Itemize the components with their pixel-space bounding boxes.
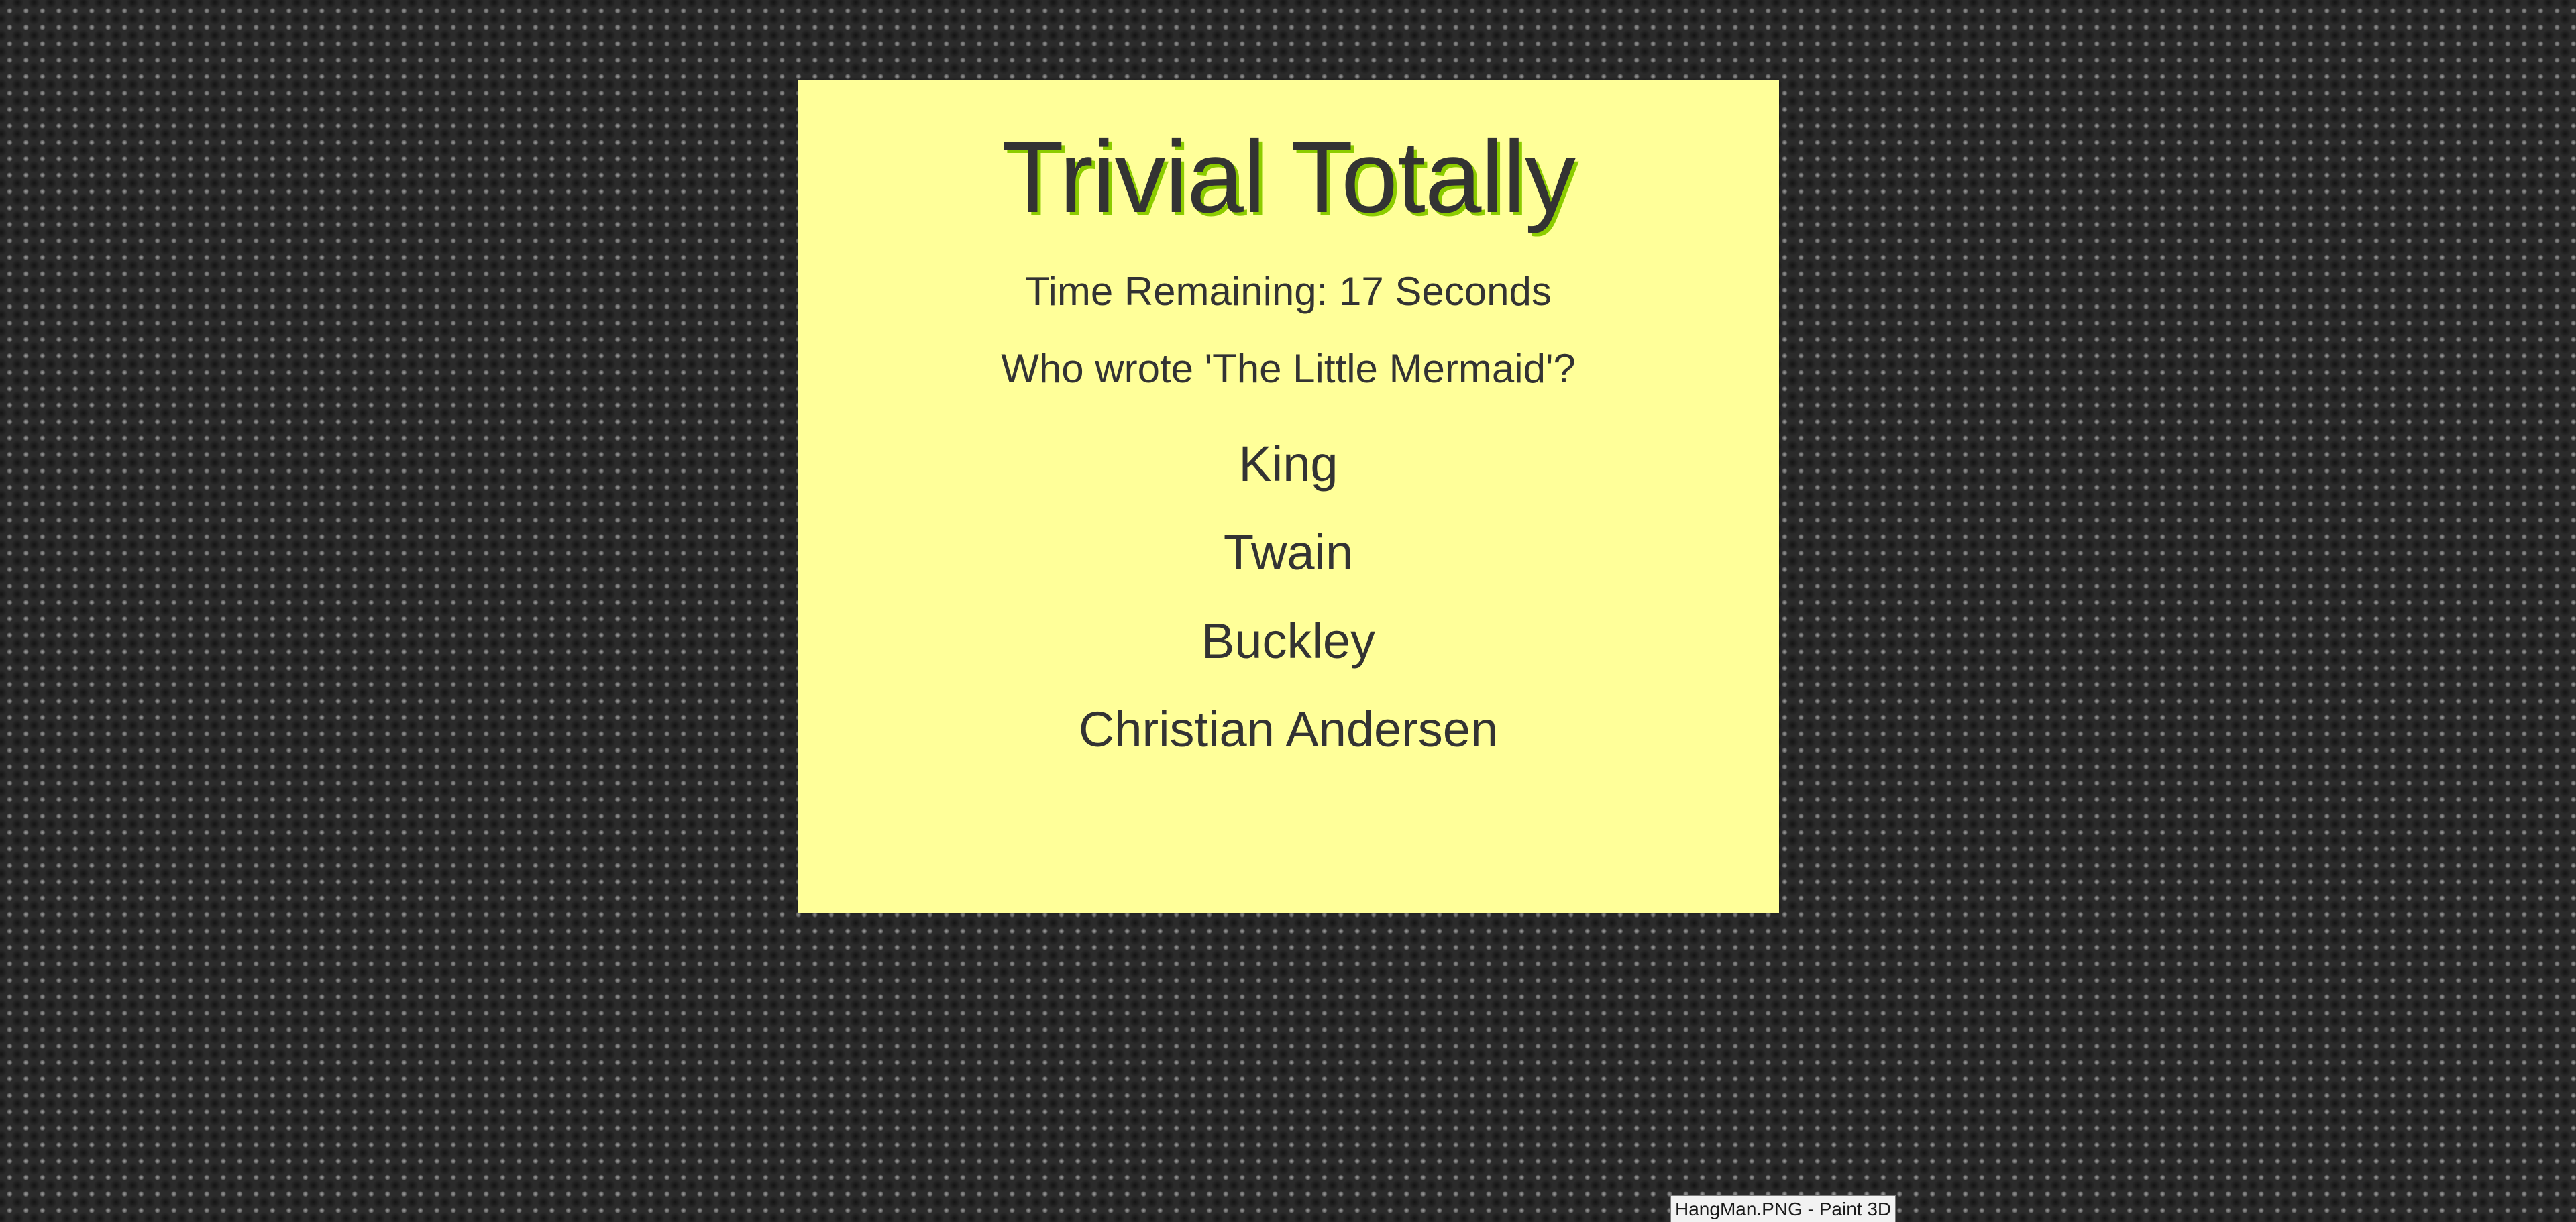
taskbar-tooltip: HangMan.PNG - Paint 3D: [1670, 1195, 1896, 1222]
answer-list: King Twain Buckley Christian Andersen: [798, 420, 1779, 774]
answer-option-4[interactable]: Christian Andersen: [798, 685, 1779, 774]
game-title: Trivial Totally: [1002, 120, 1576, 234]
answer-option-2[interactable]: Twain: [798, 508, 1779, 597]
trivia-card: Trivial Totally Time Remaining: 17 Secon…: [798, 80, 1779, 913]
answer-option-1[interactable]: King: [798, 420, 1779, 508]
time-remaining: Time Remaining: 17 Seconds: [1025, 269, 1552, 314]
question-text: Who wrote 'The Little Mermaid'?: [1001, 346, 1576, 391]
answer-option-3[interactable]: Buckley: [798, 597, 1779, 685]
